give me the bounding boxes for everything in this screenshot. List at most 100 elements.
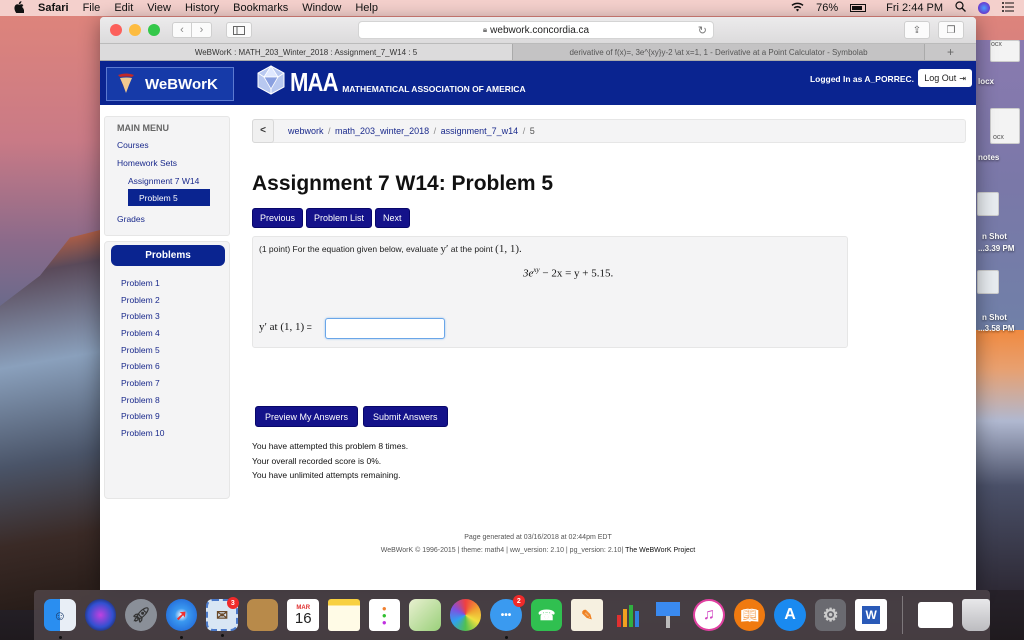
notes-icon[interactable]	[327, 599, 360, 631]
problem-link-9[interactable]: Problem 9	[121, 411, 160, 421]
menu-bookmarks[interactable]: Bookmarks	[233, 2, 288, 14]
breadcrumb-assignment[interactable]: assignment_7_w14	[441, 126, 519, 136]
sidebar-toggle-button[interactable]	[226, 22, 252, 38]
downloads-stack-icon[interactable]	[917, 602, 954, 628]
problem-link-1[interactable]: Problem 1	[121, 278, 160, 288]
menu-edit[interactable]: Edit	[114, 2, 133, 14]
menu-link-grades[interactable]: Grades	[117, 214, 145, 224]
launchpad-icon[interactable]: 🚀︎	[125, 599, 157, 631]
siri-icon[interactable]	[978, 2, 990, 14]
tab-symbolab[interactable]: derivative of f(x)=, 3e^{xy}y-2 \at x=1,…	[512, 44, 924, 60]
breadcrumb-webwork[interactable]: webwork	[288, 126, 324, 136]
share-button[interactable]: ⇪	[904, 21, 930, 39]
address-bar[interactable]: 🔒︎ webwork.concordia.ca ↻	[358, 21, 714, 39]
apple-icon[interactable]	[14, 0, 26, 16]
messages-icon[interactable]: ••• 2	[490, 595, 525, 639]
desktop-file-label[interactable]: locx	[978, 77, 994, 86]
wifi-icon[interactable]	[791, 2, 804, 15]
facetime-icon[interactable]: ☎	[530, 599, 563, 631]
logged-in-status: Logged In as A_PORREC.	[809, 74, 914, 84]
screenshot-thumbnail-icon[interactable]	[977, 270, 999, 294]
back-button[interactable]: ‹	[172, 22, 192, 38]
close-window-button[interactable]	[110, 24, 122, 36]
numbers-icon[interactable]	[612, 599, 644, 631]
problem-body: (1 point) For the equation given below, …	[252, 236, 848, 348]
notification-center-icon[interactable]	[1002, 1, 1014, 15]
screenshot-thumbnail-icon[interactable]	[977, 192, 999, 216]
problem-link-3[interactable]: Problem 3	[121, 311, 160, 321]
maa-logo[interactable]: MAA MATHEMATICAL ASSOCIATION OF AMERICA	[256, 65, 526, 100]
problems-header-button[interactable]: Problems	[111, 245, 225, 266]
messages-badge: 2	[512, 595, 525, 607]
system-preferences-icon[interactable]: ⚙	[814, 599, 847, 631]
problem-link-6[interactable]: Problem 6	[121, 361, 160, 371]
menu-help[interactable]: Help	[355, 2, 378, 14]
itunes-icon[interactable]: ♫	[693, 599, 725, 631]
safari-icon[interactable]: ➚	[165, 599, 198, 639]
screenshot-label[interactable]: n Shot	[982, 313, 1007, 322]
menu-link-courses[interactable]: Courses	[117, 140, 149, 150]
minimize-window-button[interactable]	[129, 24, 141, 36]
menu-link-homework-sets[interactable]: Homework Sets	[117, 158, 177, 168]
mail-icon[interactable]: ✉ 3	[206, 597, 239, 637]
screenshot-label-time: ...3.39 PM	[978, 244, 1015, 253]
clock[interactable]: Fri 2:44 PM	[886, 2, 943, 14]
next-button[interactable]: Next	[375, 208, 410, 228]
menu-history[interactable]: History	[185, 2, 219, 14]
webwork-logo-text: WeBWorK	[145, 75, 218, 93]
menu-file[interactable]: File	[83, 2, 101, 14]
problem-link-4[interactable]: Problem 4	[121, 328, 160, 338]
show-all-tabs-button[interactable]: ❐	[938, 21, 964, 39]
menu-view[interactable]: View	[147, 2, 171, 14]
menu-link-active-problem[interactable]: Problem 5	[128, 189, 210, 206]
menu-app-safari[interactable]: Safari	[38, 2, 69, 14]
problem-list-button[interactable]: Problem List	[306, 208, 373, 228]
submit-answers-button[interactable]: Submit Answers	[363, 406, 448, 427]
battery-icon[interactable]	[850, 4, 867, 12]
app-store-icon[interactable]: A	[774, 599, 806, 631]
pages-icon[interactable]: ✎	[571, 599, 603, 631]
desktop-file-icon[interactable]: ocx	[990, 40, 1020, 62]
answer-input[interactable]	[325, 318, 445, 339]
problem-link-10[interactable]: Problem 10	[121, 428, 164, 438]
calendar-icon[interactable]: MAR 16	[287, 599, 319, 631]
ibooks-icon[interactable]: 📖︎	[733, 599, 766, 631]
trash-icon[interactable]	[962, 599, 990, 631]
menu-link-assignment[interactable]: Assignment 7 W14	[128, 176, 199, 186]
screenshot-label[interactable]: n Shot	[982, 232, 1007, 241]
zoom-window-button[interactable]	[148, 24, 160, 36]
maps-icon[interactable]	[409, 599, 441, 631]
chevron-left-icon: ‹	[180, 24, 184, 36]
breadcrumb-course[interactable]: math_203_winter_2018	[335, 126, 429, 136]
desktop-notes-label[interactable]: notes	[978, 153, 999, 162]
keynote-icon[interactable]	[652, 599, 684, 631]
spotlight-icon[interactable]	[955, 1, 966, 15]
screenshot-label-time: ...3.58 PM	[978, 324, 1015, 333]
siri-icon[interactable]	[84, 599, 117, 631]
desktop-file-icon[interactable]: ocx	[990, 108, 1020, 144]
contacts-icon[interactable]	[246, 599, 279, 631]
problem-link-8[interactable]: Problem 8	[121, 395, 160, 405]
reminders-icon[interactable]: ● ● ●	[368, 599, 401, 631]
finder-icon[interactable]: ☺	[44, 599, 76, 639]
previous-button[interactable]: Previous	[252, 208, 304, 228]
logout-button[interactable]: Log Out ⇥	[918, 69, 972, 87]
webwork-project-link[interactable]: The WeBWorK Project	[623, 547, 695, 554]
reload-icon[interactable]: ↻	[698, 24, 707, 37]
forward-button[interactable]: ›	[192, 22, 212, 38]
lock-icon: 🔒︎	[482, 25, 488, 34]
problem-link-5[interactable]: Problem 5	[121, 345, 160, 355]
tab-webwork[interactable]: WeBWorK : MATH_203_Winter_2018 : Assignm…	[100, 44, 512, 60]
problem-link-2[interactable]: Problem 2	[121, 295, 160, 305]
menu-window[interactable]: Window	[302, 2, 341, 14]
webwork-logo[interactable]: WeBWorK	[106, 67, 234, 101]
sidebar-icon	[233, 25, 245, 35]
problem-link-7[interactable]: Problem 7	[121, 378, 160, 388]
breadcrumb-back-button[interactable]: <	[252, 118, 274, 143]
main-menu: MAIN MENU Courses Homework Sets Assignme…	[104, 116, 230, 236]
microsoft-word-icon[interactable]: W	[855, 599, 887, 631]
preview-answers-button[interactable]: Preview My Answers	[255, 406, 359, 427]
new-tab-button[interactable]: +	[924, 44, 976, 60]
photos-icon[interactable]	[449, 599, 482, 631]
battery-percent[interactable]: 76%	[816, 2, 838, 14]
